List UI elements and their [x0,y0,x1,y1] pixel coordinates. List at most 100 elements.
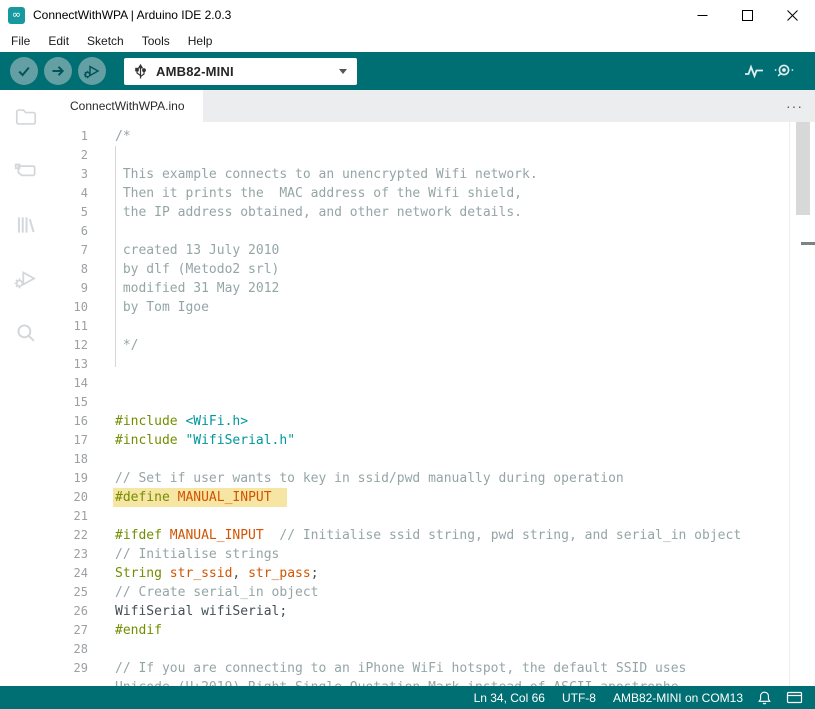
line-number: 17 [52,431,88,450]
sidebar-item-search[interactable] [11,318,41,348]
line-number: 21 [52,507,88,526]
encoding-indicator[interactable]: UTF-8 [562,691,596,705]
upload-button[interactable] [44,57,72,85]
code-line[interactable]: 4 Then it prints the MAC address of the … [52,184,815,203]
code-line[interactable]: 14 [52,374,815,393]
line-number [52,678,88,686]
serial-plotter-button[interactable] [739,57,769,85]
code-line[interactable]: 29// If you are connecting to an iPhone … [52,659,815,678]
line-number: 24 [52,564,88,583]
status-bar: Ln 34, Col 66 UTF-8 AMB82-MINI on COM13 [0,686,815,709]
usb-icon [134,63,147,80]
code-line[interactable]: 11 [52,317,815,336]
code-line[interactable]: 17#include "WifiSerial.h" [52,431,815,450]
line-number: 27 [52,621,88,640]
main-area: ConnectWithWPA.ino ··· 1/*23 This exampl… [0,90,815,686]
menu-edit[interactable]: Edit [39,34,78,48]
line-number: 3 [52,165,88,184]
serial-monitor-button[interactable] [769,57,799,85]
notifications-button[interactable] [757,690,772,706]
sketchbook-icon [13,104,39,130]
code-line[interactable]: 2 [52,146,815,165]
code-line[interactable]: 5 the IP address obtained, and other net… [52,203,815,222]
upload-icon [50,63,66,79]
chevron-down-icon [339,69,347,74]
code-line[interactable]: 18 [52,450,815,469]
close-icon [787,10,798,21]
sidebar-item-sketchbook[interactable] [11,102,41,132]
code-line[interactable]: 24String str_ssid, str_pass; [52,564,815,583]
code-editor[interactable]: 1/*23 This example connects to an unencr… [52,122,815,686]
line-number: 22 [52,526,88,545]
code-line[interactable]: 16#include <WiFi.h> [52,412,815,431]
serial-plotter-icon [743,62,765,80]
board-selector[interactable]: AMB82-MINI [124,58,357,85]
toolbar: AMB82-MINI [0,52,815,90]
maximize-button[interactable] [725,0,770,30]
sidebar-item-debug[interactable] [11,264,41,294]
code-line[interactable]: Unicode (U+2019) Right Single Quotation … [52,678,815,686]
menu-tools[interactable]: Tools [133,34,179,48]
board-selector-label: AMB82-MINI [156,64,234,79]
app-logo-icon: ∞ [8,7,25,24]
line-number: 19 [52,469,88,488]
code-line[interactable]: 12 */ [52,336,815,355]
tab-connectwithwpa[interactable]: ConnectWithWPA.ino [52,90,203,122]
debug-toolbar-icon [83,62,101,80]
minimize-button[interactable] [680,0,725,30]
library-manager-icon [13,212,39,238]
code-line[interactable]: 6 [52,222,815,241]
editor-tab-bar: ConnectWithWPA.ino ··· [52,90,815,122]
code-line[interactable]: 10 by Tom Igoe [52,298,815,317]
minimize-icon [697,10,708,21]
start-debugging-button[interactable] [78,57,106,85]
sidebar-item-library-manager[interactable] [11,210,41,240]
sidebar-item-boards-manager[interactable] [11,156,41,186]
search-icon [13,320,39,346]
line-number: 18 [52,450,88,469]
line-number: 23 [52,545,88,564]
code-line[interactable]: 23// Initialise strings [52,545,815,564]
code-line[interactable]: 26WifiSerial wifiSerial; [52,602,815,621]
code-line[interactable]: 19// Set if user wants to key in ssid/pw… [52,469,815,488]
line-number: 7 [52,241,88,260]
line-number: 20 [52,488,88,507]
line-number: 10 [52,298,88,317]
vertical-scrollbar-thumb[interactable] [796,122,810,215]
debug-sidebar-icon [13,266,39,292]
cursor-position[interactable]: Ln 34, Col 66 [474,691,545,705]
menu-sketch[interactable]: Sketch [78,34,133,48]
line-number: 28 [52,640,88,659]
code-line[interactable]: 3 This example connects to an unencrypte… [52,165,815,184]
menu-file[interactable]: File [2,34,39,48]
notifications-icon [757,690,772,706]
code-line[interactable]: 25// Create serial_in object [52,583,815,602]
menu-help[interactable]: Help [179,34,222,48]
editor-lines: 1/*23 This example connects to an unencr… [52,127,815,686]
window-title: ConnectWithWPA | Arduino IDE 2.0.3 [33,8,231,22]
code-line[interactable]: 28 [52,640,815,659]
code-line[interactable]: 21 [52,507,815,526]
line-number: 25 [52,583,88,602]
code-line[interactable]: 20#define MANUAL_INPUT [52,488,815,507]
code-line[interactable]: 7 created 13 July 2010 [52,241,815,260]
code-line[interactable]: 22#ifdef MANUAL_INPUT // Initialise ssid… [52,526,815,545]
code-line[interactable]: 8 by dlf (Metodo2 srl) [52,260,815,279]
board-port-indicator[interactable]: AMB82-MINI on COM13 [613,691,743,705]
code-line[interactable]: 13 [52,355,815,374]
maximize-icon [742,10,753,21]
code-line[interactable]: 1/* [52,127,815,146]
verify-icon [16,63,32,79]
line-number: 13 [52,355,88,374]
code-line[interactable]: 27#endif [52,621,815,640]
code-line[interactable]: 9 modified 31 May 2012 [52,279,815,298]
code-line[interactable]: 15 [52,393,815,412]
line-number: 26 [52,602,88,621]
close-button[interactable] [770,0,815,30]
line-number: 11 [52,317,88,336]
board-status-button[interactable] [786,690,803,705]
tab-more-button[interactable]: ··· [786,101,803,111]
title-bar: ∞ ConnectWithWPA | Arduino IDE 2.0.3 [0,0,815,30]
line-number: 1 [52,127,88,146]
verify-button[interactable] [10,57,38,85]
